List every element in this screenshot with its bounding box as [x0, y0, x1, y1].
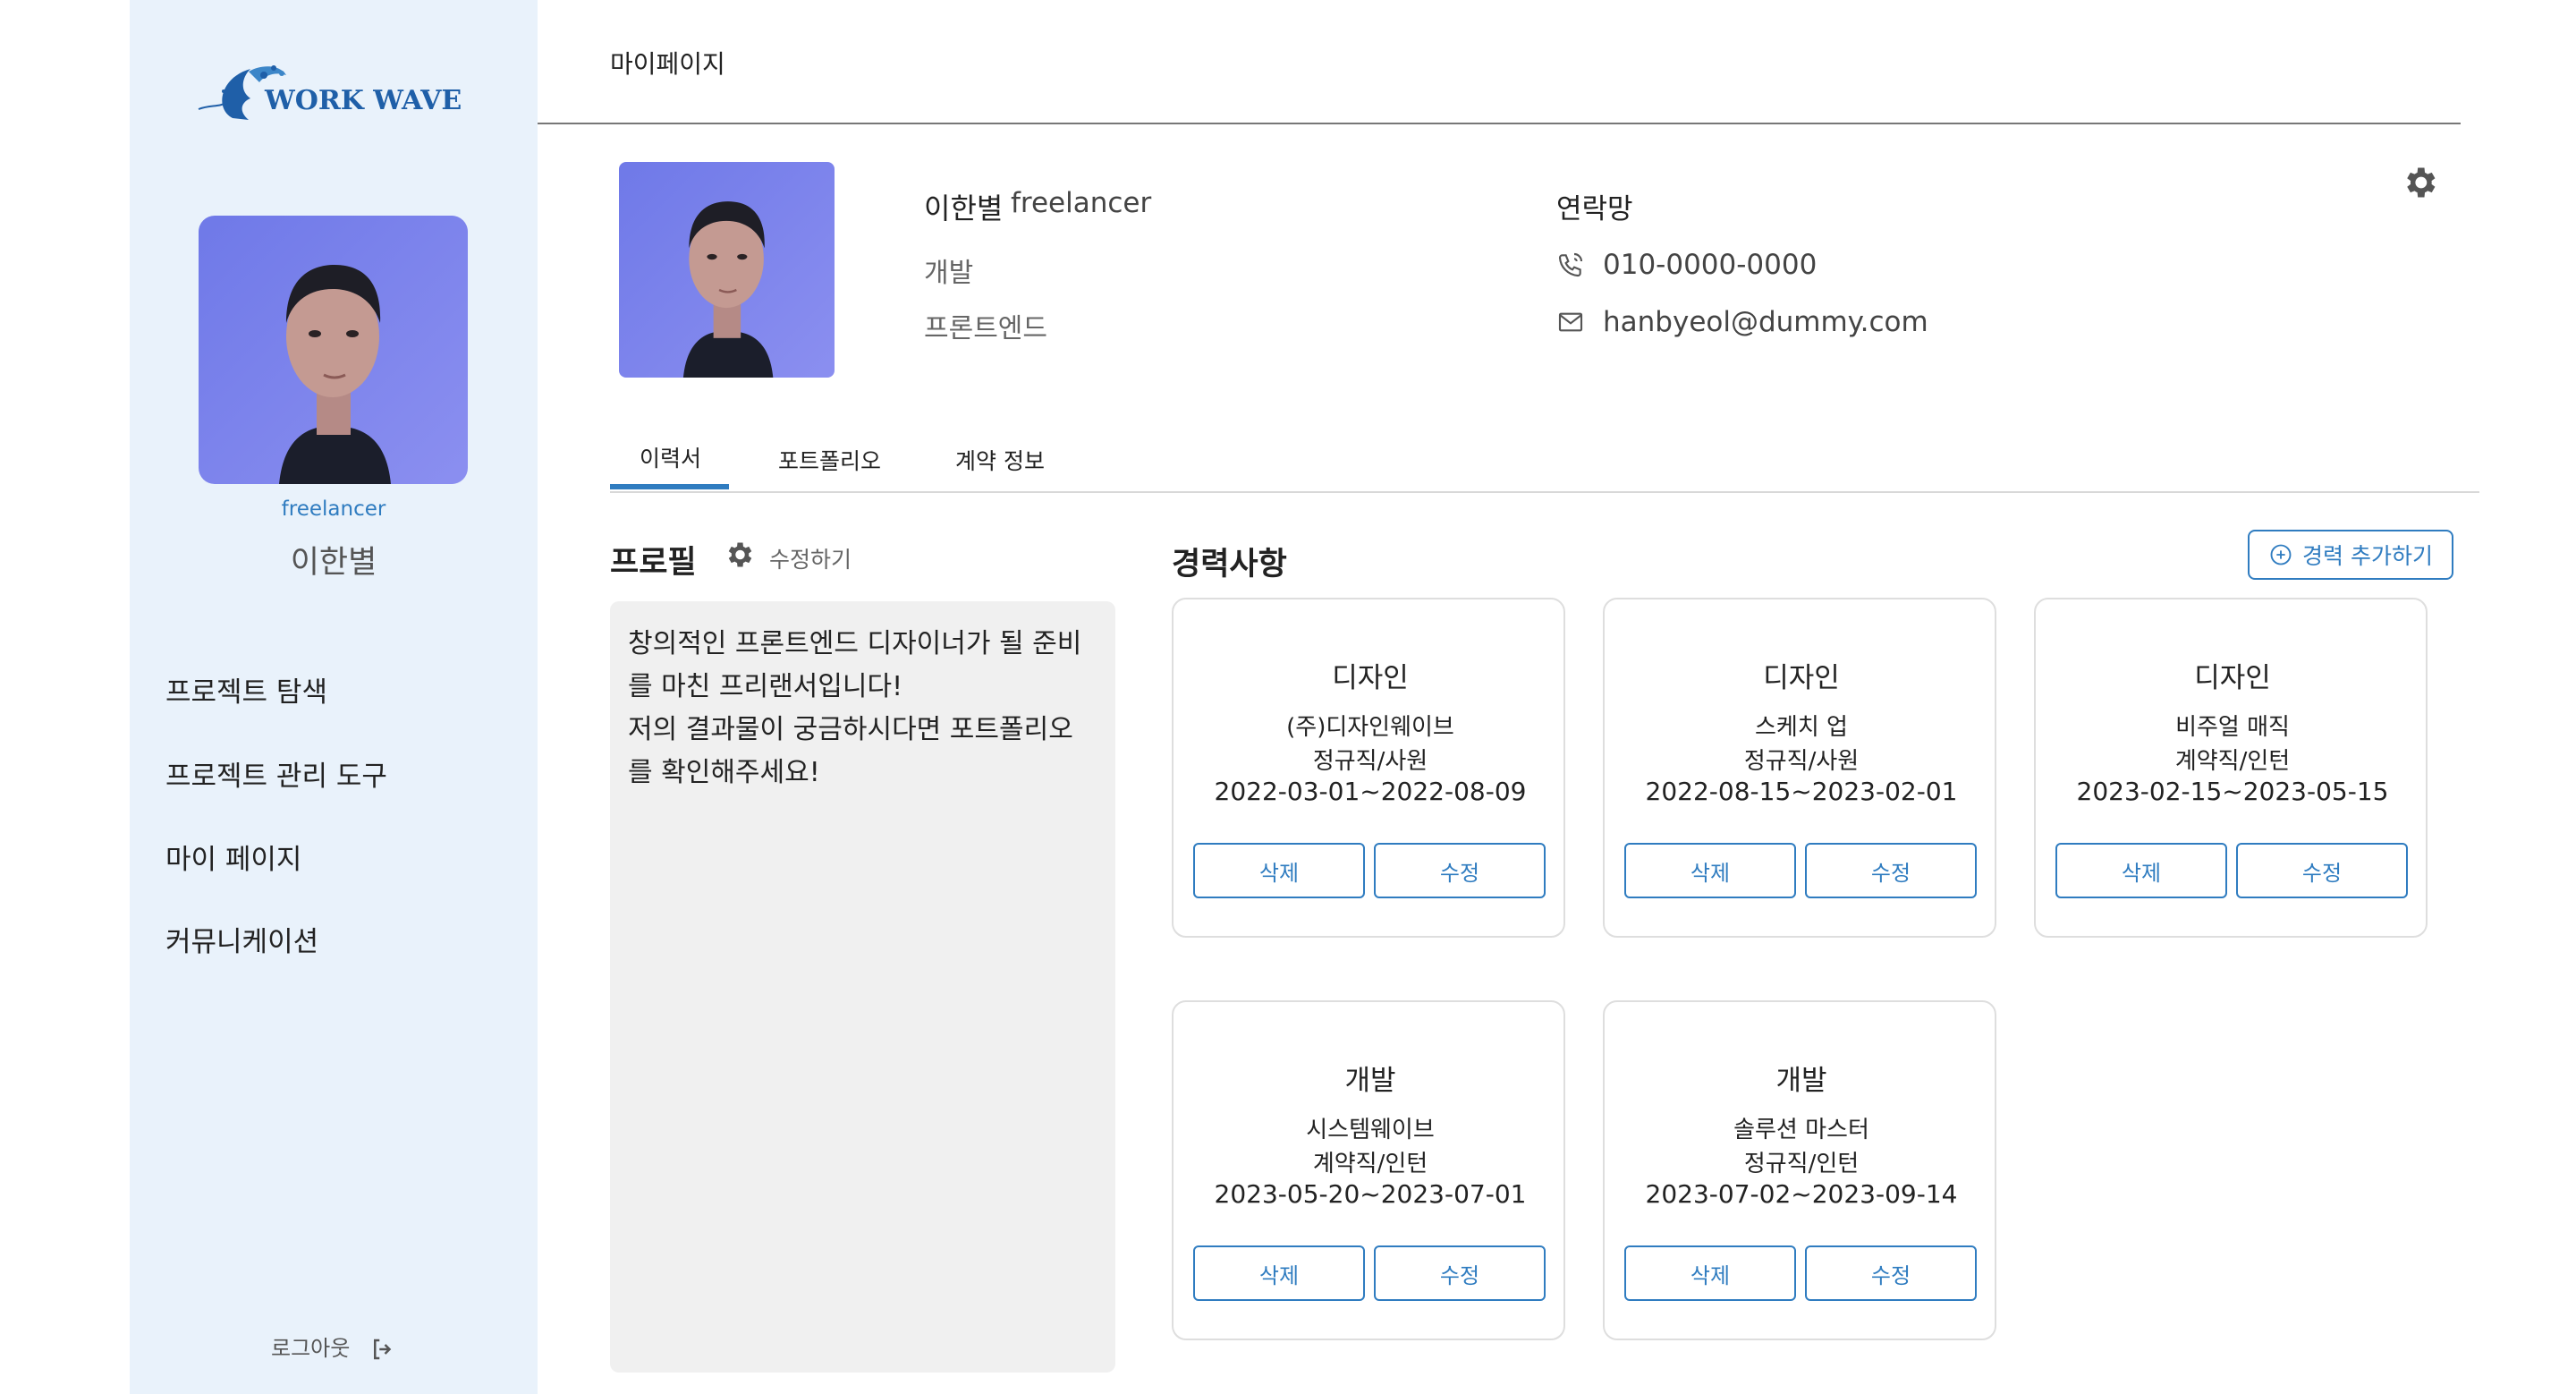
career-category: 디자인	[2194, 662, 2271, 694]
header-divider	[538, 123, 2461, 124]
delete-button[interactable]: 삭제	[1624, 843, 1796, 898]
sidebar-avatar	[199, 216, 468, 484]
profile-role: freelancer	[1011, 187, 1152, 219]
sidebar-user-name: 이한별	[290, 545, 377, 581]
tab-resume[interactable]: 이력서	[640, 441, 701, 473]
career-category: 디자인	[1763, 662, 1840, 694]
delete-button[interactable]: 삭제	[1193, 843, 1365, 898]
mail-icon	[1558, 312, 1583, 332]
career-dates: 2022-03-01~2022-08-09	[1214, 777, 1527, 806]
career-category: 개발	[1344, 1065, 1396, 1097]
phone-icon	[1558, 252, 1583, 277]
email-row: hanbyeol@dummy.com	[1556, 306, 1928, 338]
career-category: 개발	[1775, 1065, 1827, 1097]
career-company: 스케치 업	[1755, 714, 1848, 741]
add-career-button[interactable]: 경력 추가하기	[2248, 530, 2453, 580]
page-title: 마이페이지	[610, 49, 725, 79]
career-company: 비주얼 매직	[2175, 714, 2290, 741]
profile-field: 개발	[924, 258, 974, 289]
career-section-title: 경력사항	[1172, 547, 1287, 582]
edit-button[interactable]: 수정	[1805, 1245, 1977, 1301]
sidebar-role: freelancer	[281, 497, 386, 521]
edit-button[interactable]: 수정	[1805, 843, 1977, 898]
work-wave-logo[interactable]: WORK WAVE	[179, 55, 537, 136]
career-company: 솔루션 마스터	[1733, 1117, 1869, 1143]
tabs-divider	[610, 491, 2479, 493]
intro-line: 를 확인해주세요!	[628, 757, 820, 788]
intro-line: 저의 결과물이 궁금하시다면 포트폴리오	[628, 714, 1073, 745]
gear-icon[interactable]	[723, 539, 755, 571]
profile-subfield: 프론트엔드	[924, 313, 1047, 344]
career-employment-type: 정규직/인턴	[1743, 1151, 1860, 1177]
delete-button[interactable]: 삭제	[2055, 843, 2227, 898]
edit-button[interactable]: 수정	[1374, 1245, 1546, 1301]
profile-avatar	[619, 162, 835, 378]
career-category: 디자인	[1332, 662, 1409, 694]
career-card: 디자인 (주)디자인웨이브 정규직/사원 2022-03-01~2022-08-…	[1172, 598, 1565, 938]
career-employment-type: 계약직/인턴	[2174, 748, 2291, 775]
nav-project-explore[interactable]: 프로젝트 탐색	[165, 669, 327, 710]
logo-text: WORK WAVE	[264, 85, 462, 116]
contact-title: 연락망	[1556, 193, 1633, 225]
edit-button[interactable]: 수정	[2236, 843, 2408, 898]
plus-circle-icon	[2270, 544, 2292, 565]
logout-icon	[373, 1339, 392, 1360]
career-employment-type: 정규직/사원	[1312, 748, 1428, 775]
logout-label: 로그아웃	[271, 1336, 351, 1361]
career-card: 개발 솔루션 마스터 정규직/인턴 2023-07-02~2023-09-14 …	[1603, 1000, 1996, 1340]
career-card: 디자인 비주얼 매직 계약직/인턴 2023-02-15~2023-05-15 …	[2034, 598, 2428, 938]
career-dates: 2023-05-20~2023-07-01	[1214, 1179, 1527, 1209]
edit-button[interactable]: 수정	[1374, 843, 1546, 898]
intro-line: 창의적인 프론트엔드 디자이너가 될 준비	[628, 628, 1082, 659]
career-company: 시스템웨이브	[1306, 1117, 1435, 1143]
career-dates: 2022-08-15~2023-02-01	[1645, 777, 1958, 806]
delete-button[interactable]: 삭제	[1624, 1245, 1796, 1301]
sidebar: WORK WAVE freelancer 이한별 프로젝트 탐색 프로젝트 관리…	[130, 0, 538, 1394]
phone-row: 010-0000-0000	[1556, 249, 1817, 281]
profile-edit-button[interactable]: 수정하기	[769, 542, 852, 574]
intro-line: 를 마친 프리랜서입니다!	[628, 671, 903, 702]
career-dates: 2023-02-15~2023-05-15	[2076, 777, 2389, 806]
gear-icon[interactable]	[2400, 163, 2439, 202]
nav-project-tools[interactable]: 프로젝트 관리 도구	[165, 753, 387, 794]
profile-name: 이한별	[924, 191, 1004, 225]
profile-intro-box: 창의적인 프론트엔드 디자이너가 될 준비 를 마친 프리랜서입니다! 저의 결…	[610, 601, 1115, 1373]
delete-button[interactable]: 삭제	[1193, 1245, 1365, 1301]
career-company: (주)디자인웨이브	[1286, 714, 1454, 741]
tab-portfolio[interactable]: 포트폴리오	[778, 444, 881, 476]
career-employment-type: 정규직/사원	[1743, 748, 1860, 775]
tab-contract-info[interactable]: 계약 정보	[955, 444, 1045, 476]
logout-button[interactable]: 로그아웃	[130, 1330, 538, 1363]
career-dates: 2023-07-02~2023-09-14	[1645, 1179, 1958, 1209]
active-tab-indicator	[610, 484, 729, 489]
nav-communication[interactable]: 커뮤니케이션	[165, 919, 318, 959]
email-address: hanbyeol@dummy.com	[1603, 306, 1928, 338]
nav-my-page[interactable]: 마이 페이지	[165, 837, 301, 877]
phone-number: 010-0000-0000	[1603, 249, 1818, 281]
career-card: 개발 시스템웨이브 계약직/인턴 2023-05-20~2023-07-01 삭…	[1172, 1000, 1565, 1340]
add-career-label: 경력 추가하기	[2302, 543, 2433, 569]
career-employment-type: 계약직/인턴	[1312, 1151, 1428, 1177]
profile-section-title: 프로필	[610, 545, 697, 581]
career-card: 디자인 스케치 업 정규직/사원 2022-08-15~2023-02-01 삭…	[1603, 598, 1996, 938]
